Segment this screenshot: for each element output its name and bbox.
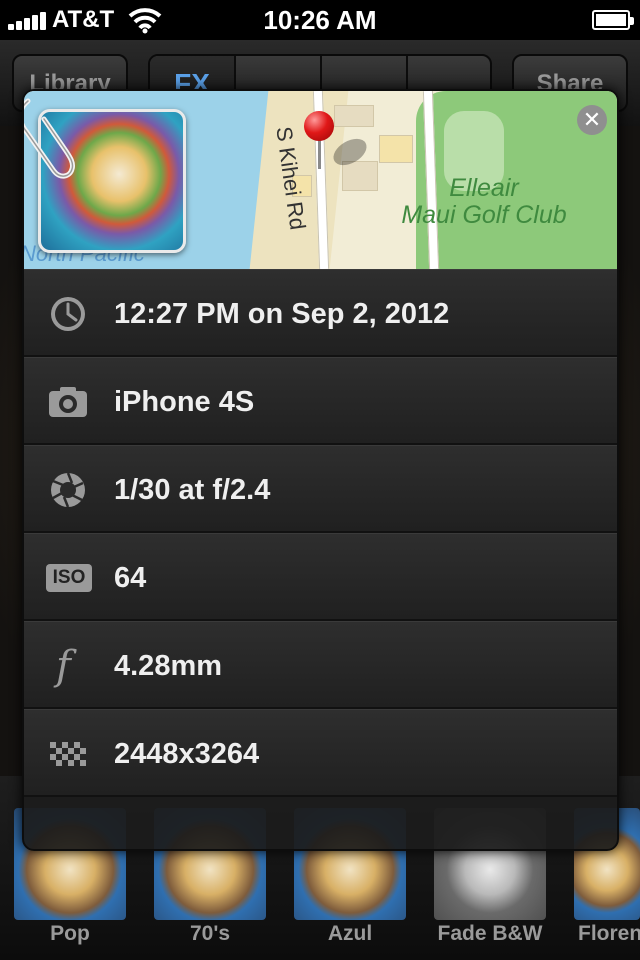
focal-length-icon-text: f <box>56 643 71 689</box>
camera-model-value: iPhone 4S <box>114 386 255 418</box>
iso-icon-text: ISO <box>46 564 92 592</box>
list-item: 12:27 PM on Sep 2, 2012 <box>24 269 617 357</box>
filter-label: 70's <box>189 922 231 945</box>
list-item: 2448x3264 <box>24 709 617 797</box>
golf-club-label: Elleair Maui Golf Club <box>364 175 604 229</box>
photo-info-panel: S Kihei Rd Elleair Maui Golf Club North … <box>22 89 619 851</box>
map-building <box>379 135 413 163</box>
golf-club-label-line1: Elleair <box>449 174 519 202</box>
location-pin-icon[interactable] <box>304 111 334 141</box>
camera-icon <box>49 387 87 417</box>
resolution-icon <box>50 742 86 766</box>
focal-length-icon: f <box>46 643 90 689</box>
resolution-value: 2448x3264 <box>114 738 260 770</box>
focal-length-value: 4.28mm <box>114 650 223 682</box>
pin-stem <box>318 139 321 169</box>
map-building <box>334 105 374 127</box>
list-item: f 4.28mm <box>24 621 617 709</box>
filter-label: Fade B&W <box>437 922 543 945</box>
filter-label: Pop <box>50 922 90 945</box>
golf-club-label-line2: Maui Golf Club <box>401 201 567 229</box>
aperture-icon <box>51 472 85 508</box>
date-time-value: 12:27 PM on Sep 2, 2012 <box>114 298 450 330</box>
close-button[interactable]: ✕ <box>577 105 607 135</box>
status-time: 10:26 AM <box>263 5 377 35</box>
iso-icon: ISO <box>46 558 92 598</box>
location-map[interactable]: S Kihei Rd Elleair Maui Golf Club North … <box>24 91 617 269</box>
metadata-list: 12:27 PM on Sep 2, 2012 iPhone 4S 1/30 a… <box>24 269 617 797</box>
exposure-value: 1/30 at f/2.4 <box>114 474 271 506</box>
list-item: 1/30 at f/2.4 <box>24 445 617 533</box>
filter-label: Florence <box>578 922 640 945</box>
list-item: ISO 64 <box>24 533 617 621</box>
list-item: iPhone 4S <box>24 357 617 445</box>
clock-icon <box>51 297 85 331</box>
battery-icon <box>592 10 634 30</box>
filter-label: Azul <box>327 922 373 945</box>
iso-value: 64 <box>114 562 147 594</box>
status-bar: AT&T 10:26 AM <box>0 0 640 40</box>
paperclip-icon <box>24 98 75 179</box>
